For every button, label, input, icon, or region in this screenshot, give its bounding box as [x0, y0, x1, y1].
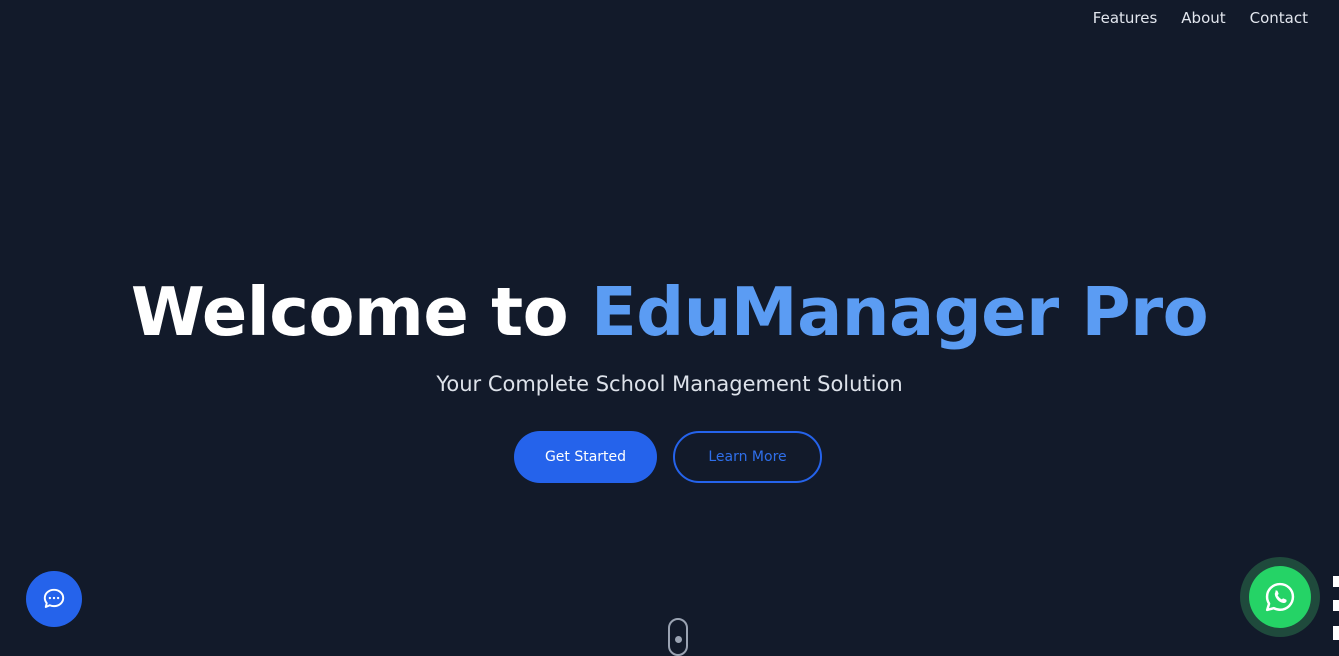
edge-widget-strip: [1333, 556, 1339, 646]
top-nav: Features About Contact: [1093, 9, 1308, 27]
edge-mark: [1333, 626, 1339, 640]
nav-link-features[interactable]: Features: [1093, 9, 1158, 27]
chat-button[interactable]: [26, 571, 82, 627]
hero-actions: Get Started Learn More: [514, 431, 822, 483]
hero-title: Welcome to EduManager Pro: [0, 268, 1339, 356]
edge-mark: [1333, 576, 1339, 587]
edge-mark: [1333, 600, 1339, 611]
chat-bubble-icon: [43, 588, 65, 608]
learn-more-button[interactable]: Learn More: [673, 431, 822, 483]
nav-link-about[interactable]: About: [1181, 9, 1225, 27]
get-started-button[interactable]: Get Started: [514, 431, 657, 483]
hero-section: Welcome to EduManager Pro Your Complete …: [0, 268, 1339, 399]
landing-page: Features About Contact Welcome to EduMan…: [0, 0, 1339, 656]
mouse-scroll-icon: [675, 636, 682, 643]
scroll-indicator: [668, 618, 688, 656]
hero-title-prefix: Welcome to: [130, 273, 591, 351]
whatsapp-button-ring: [1240, 557, 1320, 637]
nav-link-contact[interactable]: Contact: [1250, 9, 1308, 27]
whatsapp-button[interactable]: [1249, 566, 1311, 628]
whatsapp-icon: [1265, 582, 1295, 612]
hero-subtitle: Your Complete School Management Solution: [436, 372, 903, 396]
hero-title-brand: EduManager Pro: [590, 273, 1209, 351]
